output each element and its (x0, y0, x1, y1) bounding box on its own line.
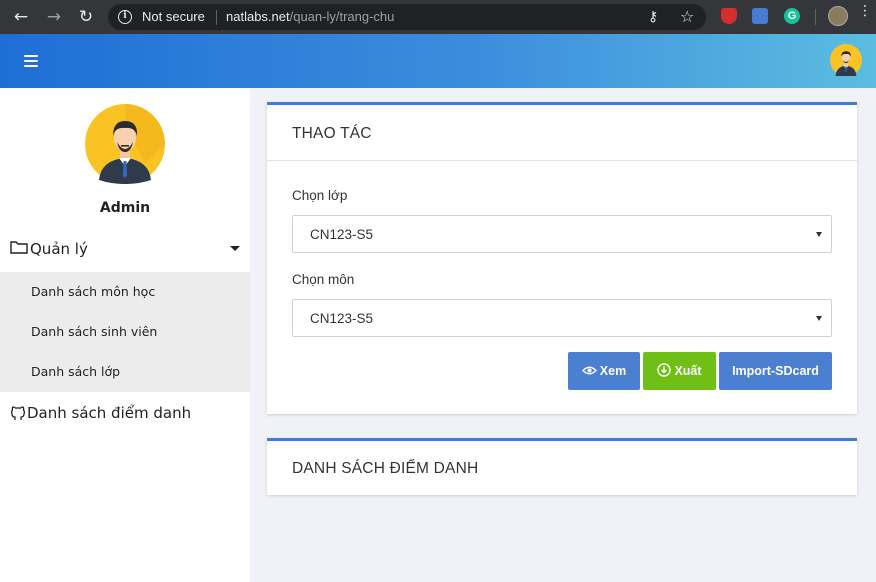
caret-down-icon (230, 246, 240, 251)
view-button-label: Xem (599, 364, 627, 378)
submenu: Danh sách môn học Danh sách sinh viên Da… (0, 272, 250, 392)
hamburger-icon[interactable] (24, 55, 38, 67)
subject-select-value: CN123-S5 (310, 311, 374, 326)
import-sdcard-button[interactable]: Import-SDcard (719, 352, 832, 390)
menu-group-quan-ly[interactable]: Quản lý (10, 238, 250, 262)
address-bar[interactable]: i Not secure natlabs.net/quan-ly/trang-c… (108, 4, 706, 30)
export-button[interactable]: Xuất (643, 352, 716, 390)
url-text[interactable]: natlabs.net/quan-ly/trang-chu (226, 9, 394, 24)
subject-select[interactable]: CN123-S5 (292, 299, 832, 337)
import-button-label: Import-SDcard (732, 364, 819, 378)
dropdown-arrow-icon (816, 232, 822, 237)
sidebar-item-label: Danh sách điểm danh (27, 404, 192, 422)
profile-icon[interactable] (828, 6, 848, 26)
card-title: THAO TÁC (292, 125, 372, 142)
grammarly-extension-icon[interactable]: G (784, 8, 800, 24)
reload-icon[interactable]: ↻ (76, 7, 96, 27)
browser-toolbar: ← → ↻ i Not secure natlabs.net/quan-ly/t… (0, 0, 876, 34)
eye-icon (581, 366, 597, 375)
toolbar-separator (815, 9, 816, 25)
url-host: natlabs.net (226, 9, 290, 24)
download-circle-icon (657, 363, 672, 377)
class-select[interactable]: CN123-S5 (292, 215, 832, 253)
sidebar-item-sinh-vien[interactable]: Danh sách sinh viên (31, 324, 157, 339)
folder-icon (10, 241, 28, 254)
card-divider (267, 160, 857, 161)
shield-extension-icon[interactable] (721, 8, 737, 24)
card-title: DANH SÁCH ĐIỂM DANH (292, 460, 479, 477)
user-name: Admin (99, 200, 151, 216)
key-icon[interactable]: ⚷ (648, 9, 658, 25)
translate-extension-icon[interactable] (752, 8, 768, 24)
user-avatar-icon[interactable] (830, 44, 862, 76)
subject-select-label: Chọn môn (292, 272, 355, 287)
sidebar-item-lop[interactable]: Danh sách lớp (31, 364, 120, 379)
security-label[interactable]: Not secure (142, 9, 205, 24)
view-button[interactable]: Xem (568, 352, 640, 390)
menu-icon[interactable]: ⋮ (858, 4, 872, 18)
star-icon[interactable]: ☆ (680, 7, 694, 26)
menu-group-label: Quản lý (30, 240, 88, 258)
sidebar-item-mon-hoc[interactable]: Danh sách môn học (31, 284, 155, 299)
info-icon[interactable]: i (118, 10, 132, 24)
class-select-label: Chọn lớp (292, 188, 348, 203)
attendance-card: DANH SÁCH ĐIỂM DANH (267, 438, 857, 495)
user-avatar-icon (85, 104, 165, 184)
export-button-label: Xuất (674, 364, 702, 378)
app-header (0, 34, 876, 88)
sidebar: Admin Quản lý Danh sách môn học Danh sác… (0, 88, 250, 582)
dropdown-arrow-icon (816, 316, 822, 321)
actions-card: THAO TÁC Chọn lớp CN123-S5 Chọn môn CN12… (267, 102, 857, 414)
address-separator (216, 10, 217, 25)
sidebar-item-diem-danh[interactable]: Danh sách điểm danh (10, 402, 250, 426)
class-select-value: CN123-S5 (310, 227, 374, 242)
url-path: /quan-ly/trang-chu (289, 9, 395, 24)
back-icon[interactable]: ← (11, 7, 31, 27)
github-icon (10, 406, 26, 420)
forward-icon[interactable]: → (44, 7, 64, 27)
